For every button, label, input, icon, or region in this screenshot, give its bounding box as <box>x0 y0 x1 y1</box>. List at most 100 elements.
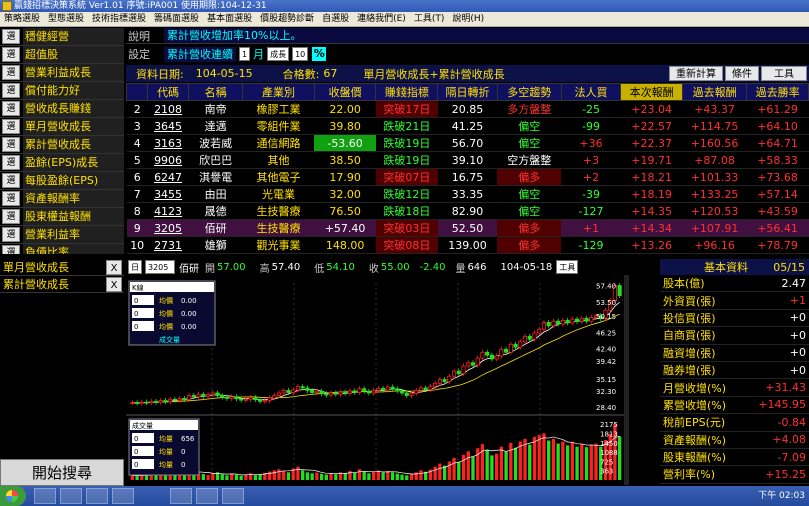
months-select[interactable]: 1 <box>239 47 251 61</box>
strategy-item[interactable]: 選每股盈餘(EPS) <box>0 172 124 190</box>
table-row[interactable]: 6 6247 淇譽電 其他電子 17.90 突破07日 16.75 偏多 +2 +18.21 +10… <box>126 168 809 186</box>
strategy-item[interactable]: 選穩健經營 <box>0 28 124 46</box>
column-header[interactable]: 賺錢指標 <box>375 83 439 101</box>
excel-taskbar-icon[interactable] <box>196 488 218 504</box>
table-row[interactable]: 10 2731 雄獅 觀光事業 148.00 突破08日 139.00 偏多 -129 +13.2… <box>126 236 809 254</box>
tools-button[interactable]: 工具 <box>761 66 807 81</box>
menu-item-1[interactable]: 型態選股 <box>44 12 88 27</box>
table-row[interactable]: 2 2108 南帝 橡膠工業 22.00 突破17日 20.85 多方盤整 -25 +23.04 +… <box>126 100 809 118</box>
volume-bar <box>310 473 314 480</box>
fundamental-label: 資產報酬(%) <box>663 433 727 447</box>
column-header[interactable]: 收盤價 <box>313 83 377 101</box>
column-header[interactable]: 多空趨勢 <box>496 83 562 101</box>
column-header[interactable] <box>125 83 149 101</box>
strategy-label: 單月營收成長 <box>23 118 124 135</box>
strategy-item[interactable]: 選營業利益成長 <box>0 64 124 82</box>
candle-body <box>248 397 253 400</box>
volume-bar <box>480 444 485 480</box>
start-search-button[interactable]: 開始搜尋 <box>0 459 124 486</box>
candle-body <box>196 393 201 398</box>
menu-item-4[interactable]: 基本面選股 <box>203 12 256 27</box>
cell: 7 <box>126 185 148 203</box>
operator-select[interactable]: 成長 <box>267 47 290 61</box>
select-button[interactable]: 選 <box>2 47 20 62</box>
fundamental-label: 股本(億) <box>663 277 705 291</box>
select-button[interactable]: 選 <box>2 83 20 98</box>
volume-bar <box>471 456 475 480</box>
explorer-taskbar-icon[interactable] <box>86 488 108 504</box>
menu-item-0[interactable]: 策略選股 <box>0 12 44 27</box>
column-header[interactable]: 法人買 <box>560 83 622 101</box>
menu-item-3[interactable]: 籌碼面選股 <box>150 12 203 27</box>
column-header[interactable]: 本次報酬 <box>620 83 683 101</box>
column-header[interactable]: 過去報酬 <box>681 83 748 101</box>
strategy-item[interactable]: 選股東權益報酬 <box>0 208 124 226</box>
select-button[interactable]: 選 <box>2 119 20 134</box>
select-button[interactable]: 選 <box>2 173 20 188</box>
ie-taskbar-icon[interactable] <box>34 488 56 504</box>
table-row[interactable]: 4 3163 波若威 通信網路 -53.60 跌破19日 56.70 偏空 +36 +22.37 +… <box>126 134 809 152</box>
strategy-item[interactable]: 選盈餘(EPS)成長 <box>0 154 124 172</box>
table-row[interactable]: 9 3205 佰研 生技醫療 +57.40 突破03日 52.50 偏多 +1 +14.34 +10… <box>126 219 809 237</box>
price-chart[interactable]: 57.40 53.50 50.15 46.25 42.40 39.42 35.15 32.30… <box>126 275 629 485</box>
select-button[interactable]: 選 <box>2 245 20 254</box>
select-button[interactable]: 選 <box>2 65 20 80</box>
threshold-select[interactable]: 10 <box>292 47 309 61</box>
table-row[interactable]: 5 9906 欣巴巴 其他 38.50 跌破19日 39.10 空方盤整 +3 +19.71 +87… <box>126 151 809 169</box>
column-header[interactable]: 名稱 <box>187 83 244 101</box>
menu-item-9[interactable]: 說明(H) <box>448 12 488 27</box>
word-taskbar-icon[interactable] <box>170 488 192 504</box>
panel-field-value: 0 <box>134 448 138 456</box>
recalculate-button[interactable]: 重新計算 <box>669 66 723 81</box>
menu-item-2[interactable]: 技術指標選股 <box>88 12 150 27</box>
column-header[interactable]: 產業別 <box>242 83 315 101</box>
volume-bar <box>400 474 404 480</box>
table-row[interactable]: 3 3645 達邁 零組件業 39.80 跌破21日 41.25 偏空 -99 +22.57 +11… <box>126 117 809 135</box>
strategy-item[interactable]: 選資產報酬率 <box>0 190 124 208</box>
period-select[interactable]: 日 <box>128 260 142 274</box>
table-row[interactable]: 8 4123 晟德 生技醫療 76.50 跌破18日 82.90 偏空 -127 +14.35 +1… <box>126 202 809 220</box>
volume-bar <box>561 441 565 480</box>
candle-body <box>352 390 357 393</box>
stock-code-input[interactable]: 3205 <box>145 260 175 274</box>
cell: 由田 <box>188 185 243 203</box>
volume-bar <box>315 472 319 480</box>
app-taskbar-icon[interactable] <box>222 488 244 504</box>
select-button[interactable]: 選 <box>2 209 20 224</box>
select-button[interactable]: 選 <box>2 227 20 242</box>
cell: 82.90 <box>437 202 498 220</box>
strategy-item[interactable]: 選營收成長賺錢 <box>0 100 124 118</box>
strategy-item[interactable]: 選營業利益率 <box>0 226 124 244</box>
select-button[interactable]: 選 <box>2 101 20 116</box>
strategy-item[interactable]: 選負債比率 <box>0 244 124 254</box>
cell: 其他 <box>242 151 315 169</box>
menu-item-5[interactable]: 價股趨勢診斷 <box>256 12 318 27</box>
start-button[interactable] <box>0 486 26 506</box>
strategy-label: 營業利益成長 <box>23 64 124 81</box>
table-row[interactable]: 7 3455 由田 光電業 32.00 跌破12日 33.35 偏空 -39 +18.19 +133… <box>126 185 809 203</box>
menu-item-6[interactable]: 自選股 <box>318 12 353 27</box>
column-header[interactable]: 代碼 <box>147 83 189 101</box>
chart-tools-button[interactable]: 工具 <box>556 260 579 274</box>
remove-button[interactable]: X <box>106 276 122 292</box>
strategy-item[interactable]: 選累計營收成長 <box>0 136 124 154</box>
select-button[interactable]: 選 <box>2 29 20 44</box>
column-header[interactable]: 過去勝率 <box>746 83 809 101</box>
qualified-count: 67 <box>323 67 338 80</box>
chrome-taskbar-icon[interactable] <box>60 488 82 504</box>
strategy-item[interactable]: 選超值股 <box>0 46 124 64</box>
volume-bar <box>537 435 541 480</box>
media-taskbar-icon[interactable] <box>112 488 134 504</box>
system-clock: 下午 02:03 <box>758 491 805 501</box>
select-button[interactable]: 選 <box>2 155 20 170</box>
select-button[interactable]: 選 <box>2 191 20 206</box>
conditions-button[interactable]: 條件 <box>725 66 759 81</box>
strategy-item[interactable]: 選償付能力好 <box>0 82 124 100</box>
menu-item-8[interactable]: 工具(T) <box>410 12 449 27</box>
column-header[interactable]: 隔日轉折 <box>437 83 498 101</box>
remove-button[interactable]: X <box>106 259 122 275</box>
select-button[interactable]: 選 <box>2 137 20 152</box>
strategy-item[interactable]: 選單月營收成長 <box>0 118 124 136</box>
candle-body <box>135 402 140 405</box>
menu-item-7[interactable]: 連絡我們(E) <box>353 12 410 27</box>
